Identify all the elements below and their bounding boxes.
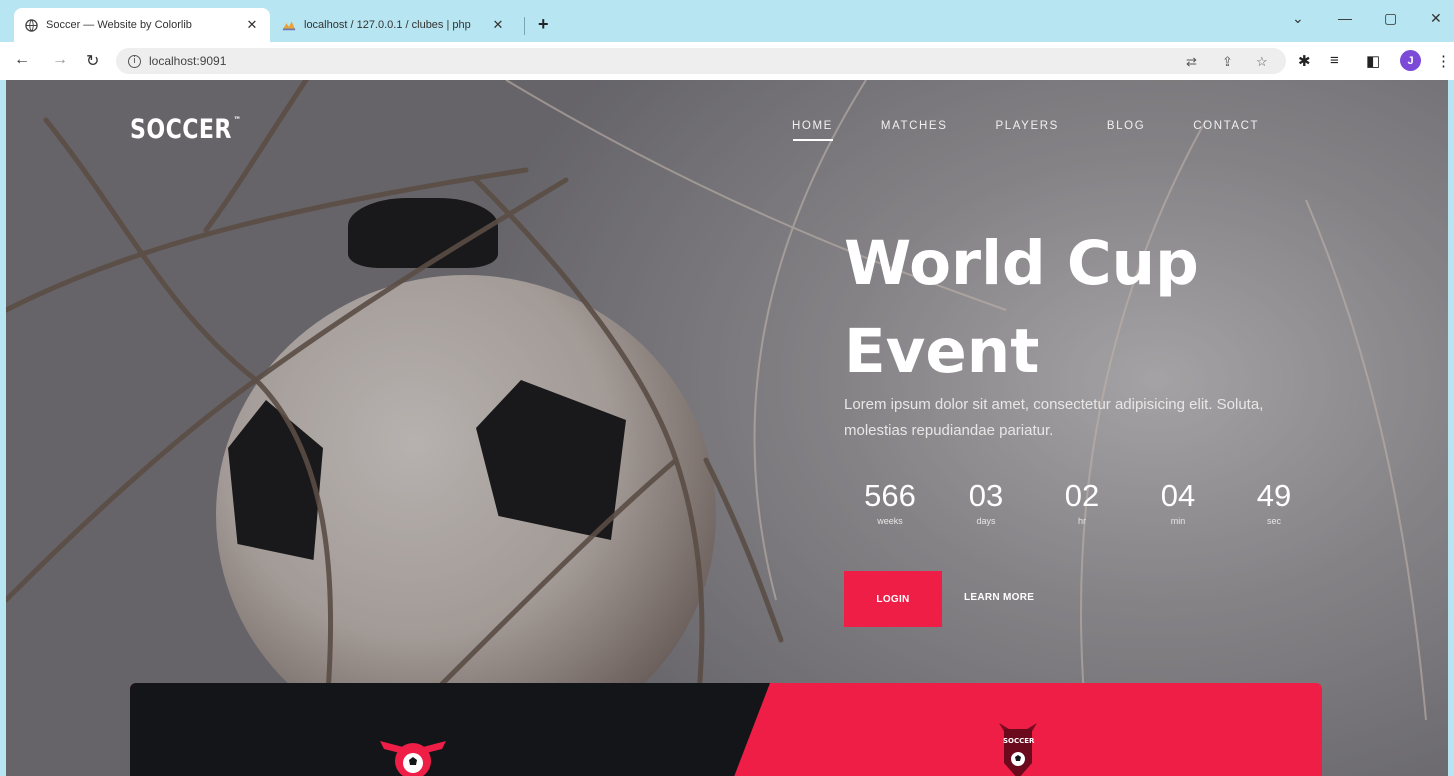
countdown-weeks: 566 weeks	[842, 478, 938, 526]
countdown-label: weeks	[877, 516, 903, 526]
site-logo[interactable]: SOCCER ™	[130, 114, 241, 145]
nav-home[interactable]: HOME	[792, 120, 833, 141]
nav-matches[interactable]: MATCHES	[881, 120, 948, 132]
minimize-icon[interactable]: —	[1338, 10, 1352, 26]
countdown-value: 49	[1256, 478, 1292, 513]
team-logo-soccer-shield[interactable]: SOCCER	[995, 719, 1041, 776]
countdown-label: days	[976, 516, 996, 526]
star-icon[interactable]: ☆	[1256, 54, 1268, 70]
countdown-value: 03	[968, 478, 1004, 513]
tab-soccer[interactable]: Soccer — Website by Colorlib ✕	[14, 8, 270, 42]
tab-divider	[524, 17, 525, 35]
logo-text: SOCCER	[130, 114, 232, 145]
match-panel-home-side	[130, 683, 770, 776]
address-bar[interactable]: i localhost:9091	[116, 48, 1286, 74]
countdown-value: 566	[864, 478, 916, 513]
reload-icon[interactable]: ↻	[86, 51, 99, 71]
url-text: localhost:9091	[149, 54, 227, 68]
translate-icon[interactable]: ⇄	[1186, 54, 1197, 70]
restore-icon[interactable]: ▢	[1384, 10, 1397, 27]
countdown-value: 02	[1064, 478, 1100, 513]
back-icon[interactable]: ←	[14, 51, 30, 69]
tab-phpmyadmin[interactable]: localhost / 127.0.0.1 / clubes | php ✕	[272, 8, 516, 42]
login-button[interactable]: LOGIN	[844, 571, 942, 627]
menu-icon[interactable]: ⋮	[1436, 52, 1451, 70]
countdown-days: 03 days	[938, 478, 1034, 526]
countdown-label: sec	[1266, 516, 1281, 526]
close-tab-icon[interactable]: ✕	[490, 17, 506, 33]
learn-more-link[interactable]: LEARN MORE	[964, 592, 1034, 603]
tab-title: localhost / 127.0.0.1 / clubes | php	[304, 19, 471, 31]
hero-title: World Cup Event	[844, 220, 1364, 396]
nav-contact[interactable]: CONTACT	[1193, 120, 1259, 132]
countdown-seconds: 49 sec	[1226, 478, 1322, 526]
web-page: SOCCER ™ HOME MATCHES PLAYERS BLOG CONTAC…	[6, 80, 1448, 776]
team-logo-wings-icon[interactable]	[378, 733, 448, 776]
globe-icon	[24, 18, 38, 32]
countdown-label: hr	[1077, 516, 1086, 526]
team-badge-text: SOCCER	[1003, 737, 1035, 745]
main-navigation: HOME MATCHES PLAYERS BLOG CONTACT	[792, 120, 1307, 141]
nav-players[interactable]: PLAYERS	[995, 120, 1058, 132]
phpmyadmin-icon	[282, 18, 296, 32]
side-panel-icon[interactable]: ◧	[1366, 52, 1380, 70]
nav-blog[interactable]: BLOG	[1107, 120, 1145, 132]
tab-title: Soccer — Website by Colorlib	[46, 19, 192, 31]
chevron-down-icon[interactable]: ⌄	[1292, 10, 1304, 27]
countdown-hours: 02 hr	[1034, 478, 1130, 526]
hero-title-line1: World Cup	[844, 228, 1199, 299]
new-tab-button[interactable]: +	[538, 14, 549, 35]
match-panel: SOCCER	[130, 683, 1322, 776]
countdown-minutes: 04 min	[1130, 478, 1226, 526]
forward-icon[interactable]: →	[52, 51, 68, 69]
countdown-label: min	[1170, 516, 1186, 526]
hero-title-line2: Event	[844, 316, 1040, 387]
shield-icon	[999, 723, 1037, 776]
countdown-timer: 566 weeks 03 days 02 hr 04 min 49 sec	[842, 478, 1322, 526]
extensions-icon[interactable]: ✱	[1298, 52, 1311, 70]
countdown-value: 04	[1160, 478, 1196, 513]
browser-toolbar: ← → ↻ i localhost:9091 ⇄ ⇪ ☆ ✱ ≡ ◧ J ⋮	[0, 42, 1454, 80]
profile-avatar[interactable]: J	[1400, 50, 1421, 71]
close-window-icon[interactable]: ✕	[1430, 10, 1442, 27]
reading-list-icon[interactable]: ≡	[1330, 52, 1339, 69]
share-icon[interactable]: ⇪	[1222, 54, 1233, 70]
browser-tab-strip: Soccer — Website by Colorlib ✕ localhost…	[0, 0, 1454, 42]
hero-description: Lorem ipsum dolor sit amet, consectetur …	[844, 396, 1264, 439]
info-icon[interactable]: i	[128, 54, 141, 68]
trademark-mark: ™	[233, 116, 242, 126]
close-tab-icon[interactable]: ✕	[244, 17, 260, 33]
